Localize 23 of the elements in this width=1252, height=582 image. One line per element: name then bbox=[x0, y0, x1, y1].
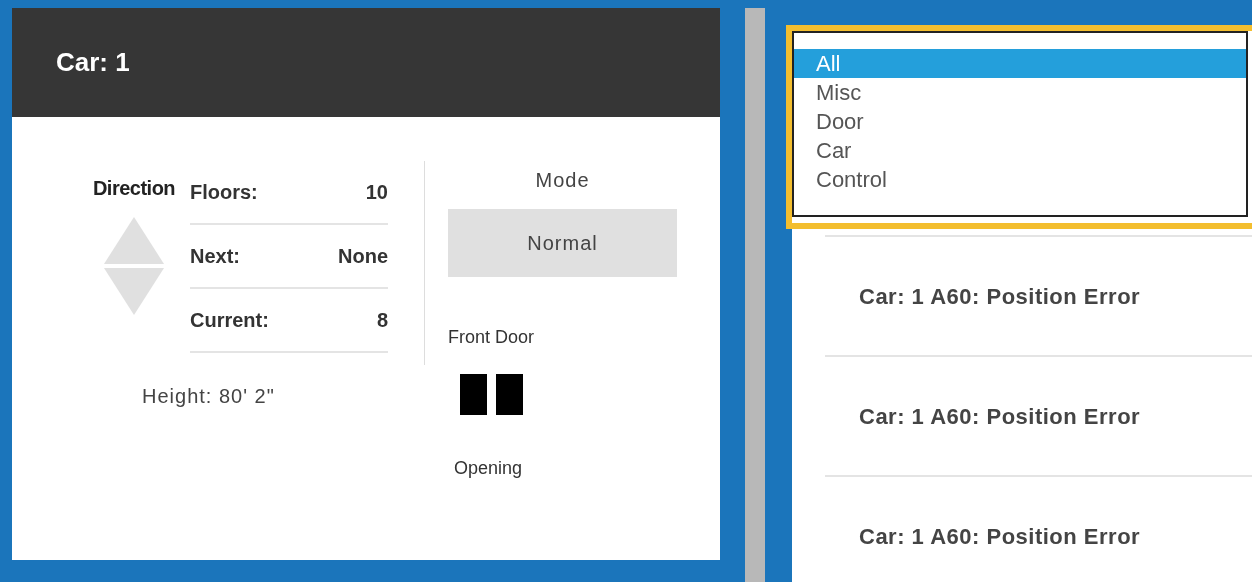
door-label: Front Door bbox=[448, 326, 536, 349]
stat-value: 8 bbox=[376, 308, 388, 333]
direction-label: Direction bbox=[92, 176, 176, 201]
stat-value: 10 bbox=[365, 180, 388, 205]
mode-label: Mode bbox=[534, 168, 591, 193]
stat-label: Next: bbox=[190, 244, 240, 269]
panel-title: Car: 1 bbox=[56, 46, 130, 79]
door-icon bbox=[460, 374, 523, 415]
dropdown-option[interactable]: Misc bbox=[794, 78, 1246, 107]
fault-entry[interactable]: Car: 1 A60: Position Error bbox=[859, 399, 1141, 433]
door-state: Opening bbox=[454, 457, 524, 480]
stat-label: Current: bbox=[190, 308, 269, 333]
dropdown-option[interactable]: Control bbox=[794, 165, 1246, 194]
splitter-handle[interactable] bbox=[745, 8, 765, 582]
stat-label: Floors: bbox=[190, 180, 258, 205]
direction-arrows-icon bbox=[104, 217, 164, 317]
fault-entry[interactable]: Car: 1 A60: Position Error bbox=[859, 279, 1141, 313]
dropdown-option[interactable]: Car bbox=[794, 136, 1246, 165]
height-reading: Height: 80' 2" bbox=[142, 384, 276, 409]
stat-value: None bbox=[338, 244, 388, 269]
dropdown-option[interactable]: Door bbox=[794, 107, 1246, 136]
mode-indicator: Normal bbox=[448, 209, 677, 277]
fault-entry[interactable]: Car: 1 A60: Position Error bbox=[859, 519, 1141, 553]
